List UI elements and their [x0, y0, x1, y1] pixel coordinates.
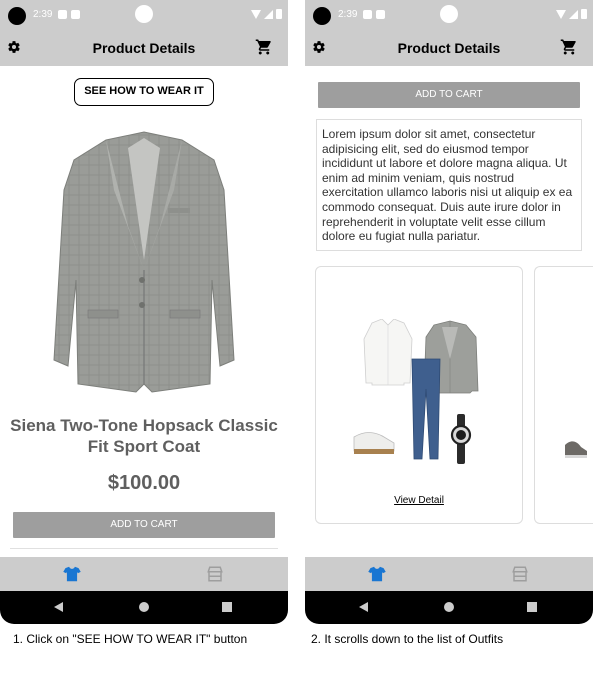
back-icon[interactable] — [54, 602, 63, 612]
signal-icon — [264, 9, 273, 19]
wifi-icon — [251, 9, 261, 19]
outfit-card[interactable]: View Detail — [315, 266, 523, 524]
home-icon[interactable] — [444, 602, 454, 612]
status-time: 2:39 — [33, 9, 53, 20]
see-how-to-wear-button[interactable]: SEE HOW TO WEAR IT — [74, 78, 214, 106]
status-notch — [135, 5, 153, 23]
phone-screen-product-details: 2:39 Product Details SEE HOW TO WEAR IT — [0, 0, 288, 624]
notification-icon — [363, 10, 372, 19]
outfit-image — [353, 319, 479, 464]
page-title: Product Details — [397, 40, 501, 56]
status-notch — [440, 5, 458, 23]
cart-icon[interactable] — [559, 38, 579, 56]
caption-step-1: 1. Click on "SEE HOW TO WEAR IT" button — [13, 632, 248, 646]
recents-icon[interactable] — [527, 602, 537, 612]
status-indicators — [251, 9, 282, 19]
status-time: 2:39 — [338, 9, 358, 20]
phone-screen-outfits: 2:39 Product Details ADD TO CART Lorem i… — [305, 0, 593, 624]
cart-icon[interactable] — [254, 38, 274, 56]
product-price: $100.00 — [107, 472, 181, 494]
caption-step-2: 2. It scrolls down to the list of Outfit… — [311, 632, 504, 646]
store-icon[interactable] — [511, 565, 529, 583]
app-bar: Product Details — [305, 30, 593, 66]
product-name: Siena Two-Tone Hopsack Classic Fit Sport… — [10, 416, 278, 456]
shirt-icon[interactable] — [63, 566, 81, 582]
camera-cutout — [8, 7, 26, 25]
battery-icon — [276, 9, 282, 19]
app-bar: Product Details — [0, 30, 288, 66]
back-icon[interactable] — [359, 602, 368, 612]
divider — [10, 548, 278, 549]
add-to-cart-button[interactable]: ADD TO CART — [318, 82, 580, 108]
sd-card-icon — [376, 10, 385, 19]
product-description: Lorem ipsum dolor sit amet, consectetur … — [316, 119, 582, 251]
signal-icon — [569, 9, 578, 19]
outfit-image — [565, 441, 587, 458]
camera-cutout — [313, 7, 331, 25]
store-icon[interactable] — [206, 565, 224, 583]
wifi-icon — [556, 9, 566, 19]
status-bar: 2:39 — [305, 0, 593, 30]
system-nav-bar — [0, 591, 288, 624]
product-image — [53, 131, 235, 393]
sd-card-icon — [71, 10, 80, 19]
status-indicators — [556, 9, 587, 19]
bottom-nav — [305, 557, 593, 591]
home-icon[interactable] — [139, 602, 149, 612]
add-to-cart-button[interactable]: ADD TO CART — [13, 512, 275, 538]
status-bar: 2:39 — [0, 0, 288, 30]
bottom-nav — [0, 557, 288, 591]
notification-icon — [58, 10, 67, 19]
system-nav-bar — [305, 591, 593, 624]
outfit-card[interactable] — [534, 266, 593, 524]
shirt-icon[interactable] — [368, 566, 386, 582]
view-detail-link[interactable]: View Detail — [316, 495, 522, 506]
page-title: Product Details — [92, 40, 196, 56]
recents-icon[interactable] — [222, 602, 232, 612]
battery-icon — [581, 9, 587, 19]
